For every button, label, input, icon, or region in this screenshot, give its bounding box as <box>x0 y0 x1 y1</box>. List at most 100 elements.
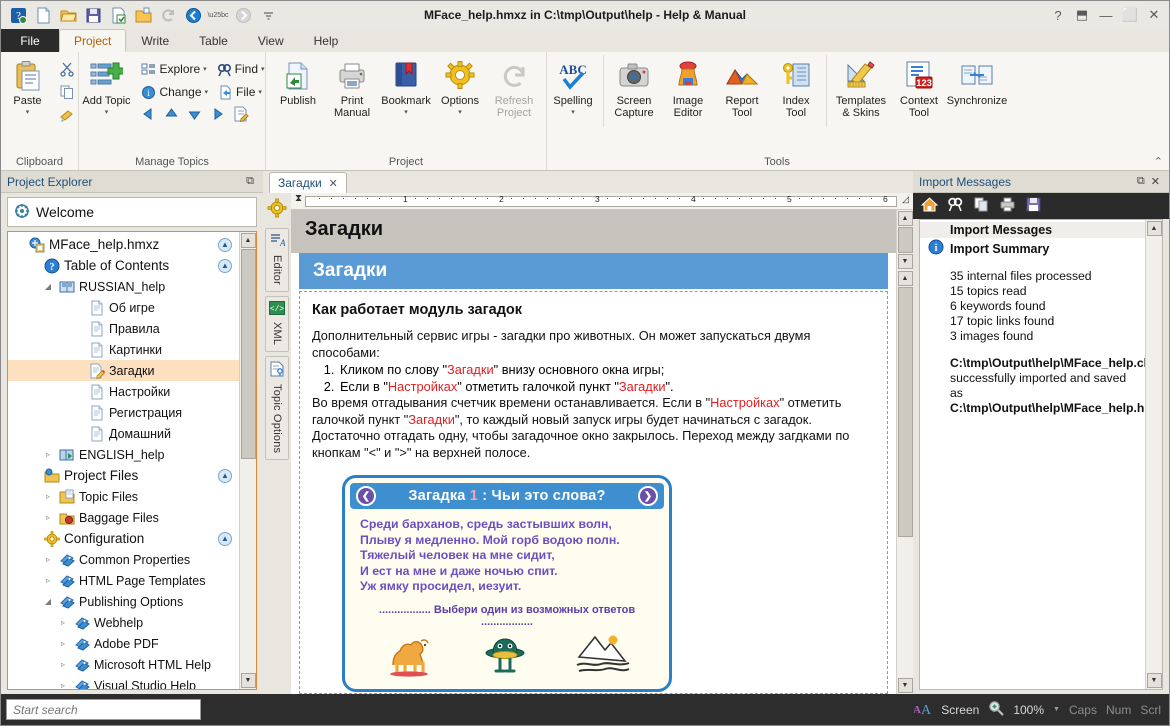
refresh-icon[interactable] <box>157 4 179 26</box>
maximize-button[interactable]: ⬜ <box>1119 4 1141 26</box>
help-button[interactable]: ? <box>1047 4 1069 26</box>
collapse-section-icon[interactable]: ▲ <box>218 468 232 483</box>
open-project-icon[interactable] <box>57 4 79 26</box>
tree-item[interactable]: ? Table of Contents ▲ <box>8 255 239 276</box>
close-button[interactable]: ✕ <box>1143 4 1165 26</box>
tree-item[interactable]: MFace_help.hmxz ▲ <box>8 234 239 255</box>
document-scrollbar[interactable]: ▲ ▼ ▲ ▼ <box>896 210 913 694</box>
bookmark-dropdown-icon[interactable]: ▾ <box>404 107 408 119</box>
spelling-button[interactable]: ABC Spelling ▾ <box>546 55 600 123</box>
change-dropdown-icon[interactable]: ▾ <box>205 88 209 96</box>
move-right-button[interactable] <box>209 106 226 125</box>
tree-item[interactable]: ▹ Topic Files <box>8 486 239 507</box>
tree-item[interactable]: Домашний <box>8 423 239 444</box>
doc-scroll-split-button[interactable]: ▼ <box>897 254 913 269</box>
report-tool-button[interactable]: Report Tool <box>715 55 769 123</box>
expander-icon[interactable]: ▹ <box>42 513 54 522</box>
search-input[interactable] <box>13 702 200 717</box>
save-icon[interactable] <box>1025 196 1042 216</box>
indent-marker-right[interactable]: ◿ <box>902 194 909 205</box>
tree-item[interactable]: ▹ Microsoft HTML Help <box>8 654 239 675</box>
doc-scroll-up-button-2[interactable]: ▲ <box>897 271 913 286</box>
expander-icon[interactable]: ◢ <box>42 282 54 291</box>
riddle-next-button[interactable]: ❯ <box>637 486 658 506</box>
help-manual-logo-icon[interactable]: ? <box>7 4 29 26</box>
tree-item[interactable]: ▹ Common Properties <box>8 549 239 570</box>
side-tab-editor[interactable]: A Editor <box>265 228 289 292</box>
customize-qat-icon[interactable] <box>257 4 279 26</box>
tree-item[interactable]: ▹ Baggage Files <box>8 507 239 528</box>
tree-scrollbar[interactable]: ▲ ▼ <box>239 232 256 689</box>
collapse-section-icon[interactable]: ▲ <box>218 258 232 273</box>
bookmark-button[interactable]: Bookmark ▾ <box>379 55 433 123</box>
collapse-section-icon[interactable]: ▲ <box>218 531 232 546</box>
horizontal-ruler[interactable]: ⧗ ◿ 1 2 3 4 5 6 <box>291 193 913 210</box>
open-folder-icon[interactable] <box>132 4 154 26</box>
tree-item[interactable]: ▹ HTML Page Templates <box>8 570 239 591</box>
move-up-button[interactable] <box>163 106 180 125</box>
side-tab-topic-options[interactable]: Topic Options <box>265 356 289 461</box>
paste-dropdown-icon[interactable]: ▾ <box>26 107 30 119</box>
tree-item[interactable]: Configuration ▲ <box>8 528 239 549</box>
templates-skins-button[interactable]: Templates & Skins <box>830 55 892 123</box>
tree-item[interactable]: Project Files ▲ <box>8 465 239 486</box>
tree-scroll-down-button[interactable]: ▼ <box>240 673 256 688</box>
close-icon[interactable]: ✕ <box>1148 175 1163 188</box>
riddle-prev-button[interactable]: ❮ <box>356 486 376 506</box>
index-tool-button[interactable]: Index Tool <box>769 55 823 123</box>
expander-icon[interactable]: ▹ <box>42 576 54 585</box>
project-tree[interactable]: MFace_help.hmxz ▲? Table of Contents ▲ ◢ RUSS… <box>8 232 239 689</box>
collapse-section-icon[interactable]: ▲ <box>218 237 232 252</box>
zoom-dropdown-icon[interactable]: ▼ <box>1053 706 1060 713</box>
file-button[interactable]: File ▾ <box>214 81 266 103</box>
move-left-button[interactable] <box>140 106 157 125</box>
change-button[interactable]: i Change ▾ <box>137 81 212 103</box>
screen-mode-label[interactable]: Screen <box>941 703 979 717</box>
tree-item[interactable]: Об игре <box>8 297 239 318</box>
zoom-level-label[interactable]: 100% <box>1013 703 1044 717</box>
camel-answer-icon[interactable] <box>383 631 435 680</box>
tab-write[interactable]: Write <box>126 30 184 52</box>
mountain-answer-icon[interactable] <box>575 631 631 680</box>
close-icon[interactable]: ✕ <box>329 177 338 190</box>
tab-file[interactable]: File <box>1 29 59 52</box>
indent-marker-left[interactable]: ⧗ <box>295 193 302 204</box>
add-topic-dropdown-icon[interactable]: ▾ <box>105 107 109 119</box>
tab-help[interactable]: Help <box>299 30 354 52</box>
ribbon-display-options-button[interactable]: ⬒ <box>1071 4 1093 26</box>
tree-scroll-thumb[interactable] <box>240 249 256 459</box>
file-dropdown-icon[interactable]: ▾ <box>258 88 262 96</box>
screen-mode-icon[interactable]: AA <box>913 701 932 719</box>
explore-button[interactable]: Explore ▾ <box>137 58 210 80</box>
find-dropdown-icon[interactable]: ▾ <box>261 65 265 73</box>
import-scroll-down-button[interactable]: ▼ <box>1146 673 1162 688</box>
tree-item[interactable]: ▹ Adobe PDF <box>8 633 239 654</box>
tree-item[interactable]: ▹ Webhelp <box>8 612 239 633</box>
back-dropdown-icon[interactable]: \u25bc <box>207 4 229 26</box>
find-button[interactable]: Find ▾ <box>213 58 269 80</box>
expander-icon[interactable]: ▹ <box>57 618 69 627</box>
forward-icon[interactable] <box>232 4 254 26</box>
tree-item[interactable]: ◢ RUSSIAN_help <box>8 276 239 297</box>
new-project-icon[interactable] <box>32 4 54 26</box>
paste-button[interactable]: Paste ▾ <box>1 55 55 123</box>
home-icon[interactable] <box>920 196 939 216</box>
expander-icon[interactable]: ▹ <box>57 639 69 648</box>
minimize-button[interactable]: — <box>1095 4 1117 26</box>
zoom-icon[interactable] <box>988 700 1005 719</box>
import-scroll-up-button[interactable]: ▲ <box>1146 221 1162 236</box>
back-icon[interactable] <box>182 4 204 26</box>
add-topic-button[interactable]: Add Topic ▾ <box>75 55 137 123</box>
doc-scroll-up-button[interactable]: ▲ <box>897 211 913 226</box>
doc-scroll-thumb[interactable] <box>897 287 913 537</box>
tree-item[interactable]: Правила <box>8 318 239 339</box>
find-icon[interactable] <box>947 196 964 216</box>
context-tool-button[interactable]: 123 Context Tool <box>892 55 946 123</box>
tree-item[interactable]: Регистрация <box>8 402 239 423</box>
synchronize-button[interactable]: Synchronize <box>946 55 1008 111</box>
expander-icon[interactable]: ▹ <box>42 492 54 501</box>
edit-topic-button[interactable] <box>232 106 250 125</box>
tree-scroll-up-button[interactable]: ▲ <box>240 233 256 248</box>
move-down-button[interactable] <box>186 106 203 125</box>
pin-icon[interactable]: ⧉ <box>243 175 257 188</box>
